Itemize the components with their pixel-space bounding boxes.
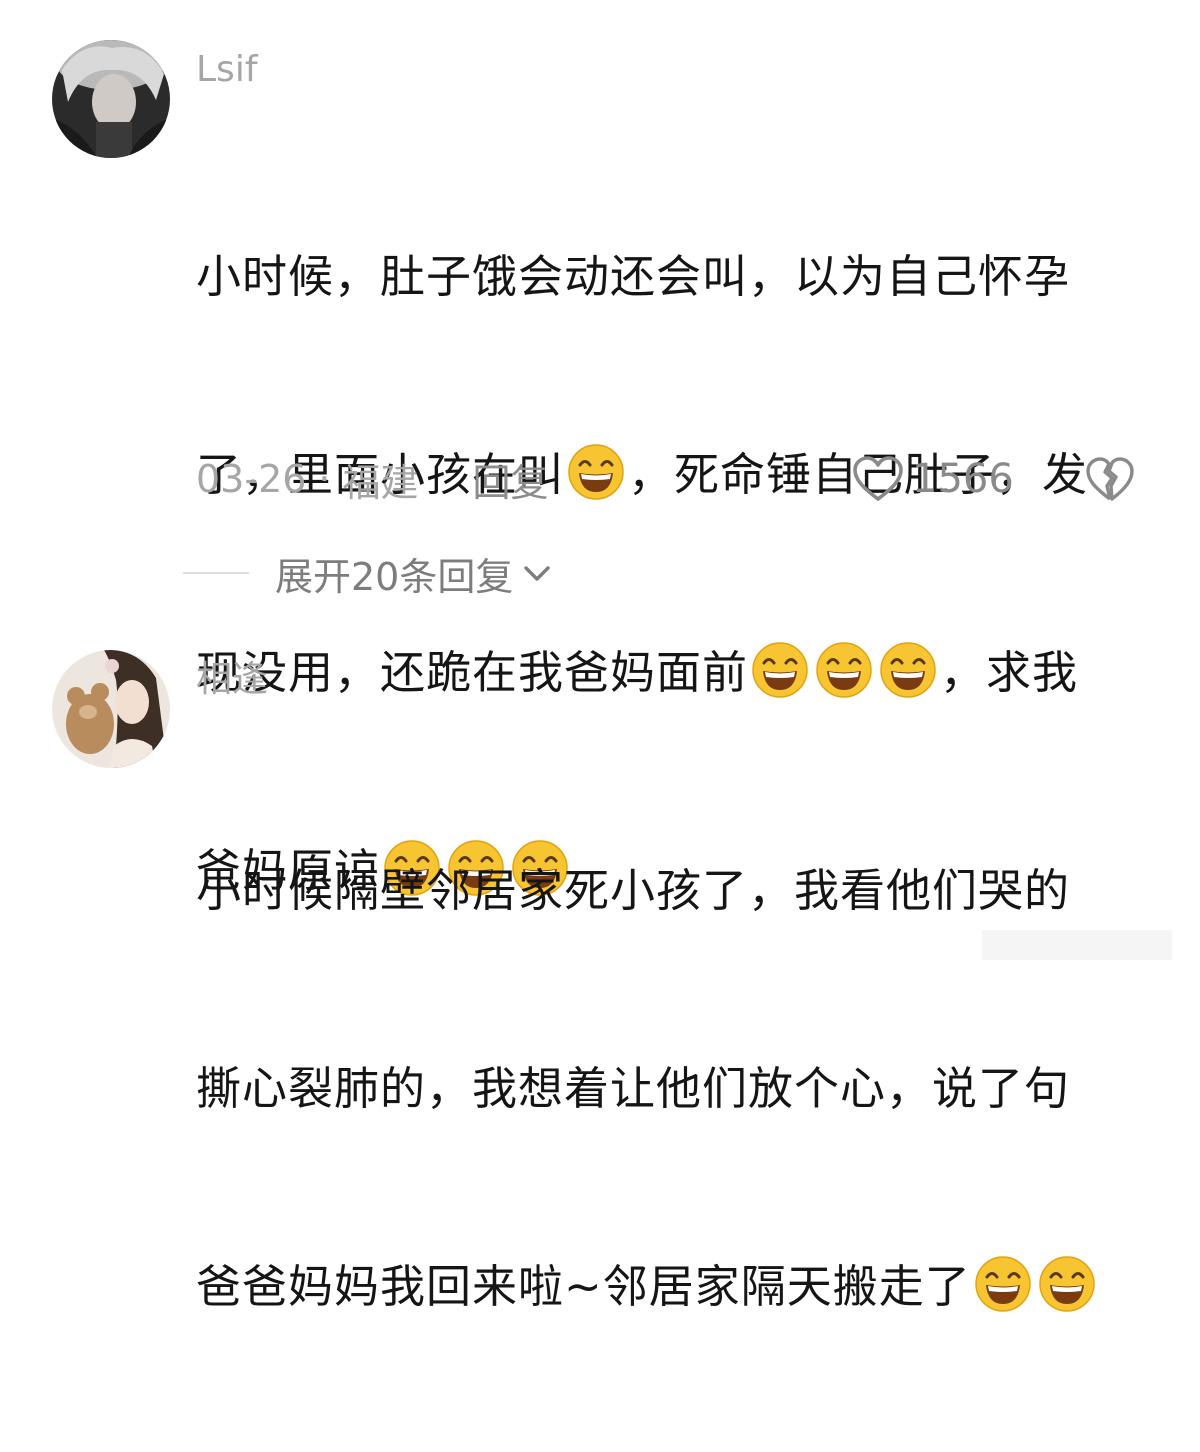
grinning-squint-emoji-icon — [973, 1254, 1033, 1314]
expand-replies-label: 展开20条回复 — [275, 554, 514, 599]
comment-line: 现没用，还跪在我爸妈面前 ，求我 — [196, 640, 1166, 706]
separator-dot: · — [318, 457, 331, 501]
like-count: 1566 — [912, 456, 1014, 502]
comment-meta: 03-26 · 福建 回复 — [196, 452, 549, 507]
heart-outline-icon — [853, 456, 903, 501]
comment-line: 小时候隔壁邻居家死小孩了，我看他们哭的 — [196, 864, 1071, 917]
avatar[interactable] — [52, 650, 170, 768]
comment-text: 小时候隔壁邻居家死小孩了，我看他们哭的 撕心裂肺的，我想着让他们放个心，说了句 … — [196, 726, 1166, 1452]
grinning-squint-emoji-icon — [1037, 1254, 1097, 1314]
grinning-squint-emoji-icon — [814, 640, 874, 700]
reply-button[interactable]: 回复 — [473, 452, 549, 507]
username[interactable]: Lsif — [196, 50, 258, 90]
avatar[interactable] — [52, 40, 170, 158]
username[interactable]: 相逢 — [196, 660, 268, 700]
divider-line — [183, 572, 249, 574]
comment-line: 小时候，肚子饿会动还会叫，以为自己怀孕 — [196, 250, 1071, 303]
expand-replies-button[interactable]: 展开20条回复 — [183, 548, 553, 599]
grinning-squint-emoji-icon — [750, 640, 810, 700]
comment-line: 爸爸妈妈我回来啦~邻居家隔天搬走了 — [196, 1254, 1166, 1320]
like-button[interactable]: 1566 — [852, 454, 1014, 504]
comment-location: 福建 — [342, 460, 419, 505]
comment-line: 撕心裂肺的，我想着让他们放个心，说了句 — [196, 1062, 1071, 1115]
comment-date: 03-26 — [196, 457, 307, 501]
watermark — [982, 930, 1172, 960]
broken-heart-icon — [1086, 457, 1134, 501]
grinning-squint-emoji-icon — [566, 442, 626, 502]
chevron-down-icon — [524, 566, 551, 581]
dislike-button[interactable] — [1085, 454, 1135, 504]
grinning-squint-emoji-icon — [878, 640, 938, 700]
